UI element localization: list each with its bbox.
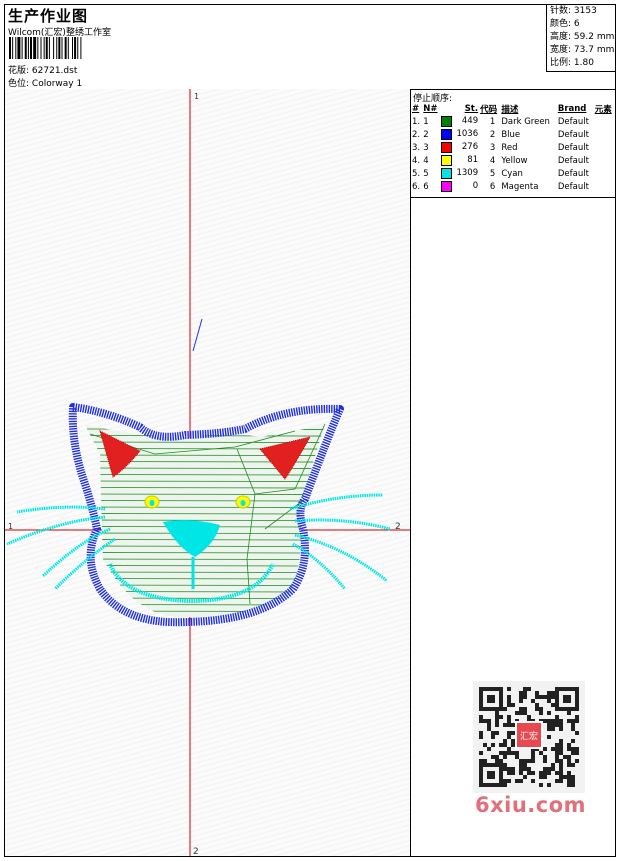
design-value: 62721.dst — [31, 66, 78, 76]
stat-scale: 比例: 1.80 — [550, 58, 594, 68]
sheet-title: 生产作业图 — [8, 7, 89, 25]
row-num: 5. — [412, 168, 421, 179]
production-sheet: 生产作业图 Wilcom(汇宏)整绣工作室 花版: 62721.dst 色位: … — [4, 4, 616, 857]
row-n: 4 — [423, 155, 429, 166]
colorway-value: Colorway 1 — [31, 79, 83, 89]
row-stitches: 81 — [440, 154, 479, 167]
stat-colors: 颜色: 6 — [550, 19, 580, 29]
row-num: 1. — [412, 116, 421, 127]
row-n: 6 — [423, 181, 429, 192]
stat-stitches: 针数: 3153 — [550, 6, 597, 16]
row-brand: Default — [557, 168, 589, 179]
table-row[interactable]: 5. 5 1309 5 Cyan Default — [411, 167, 615, 180]
table-row[interactable]: 2. 2 1036 2 Blue Default — [411, 128, 615, 141]
col-element: 元素 — [594, 105, 612, 115]
color-swatch — [441, 168, 453, 179]
row-num: 3. — [412, 142, 421, 153]
stat-height: 高度: 59.2 mm — [550, 32, 615, 42]
axis-label-top: 1 — [194, 92, 199, 101]
col-desc: 描述 — [501, 105, 519, 115]
row-desc: Magenta — [501, 181, 539, 192]
embroidery-preview: 1 2 1 2 — [5, 89, 410, 857]
stitch-count: 449 — [461, 116, 479, 126]
table-header: # N# St. 代码 描述 Brand 元素 — [411, 103, 615, 115]
barcode-icon — [9, 37, 82, 59]
row-desc: Blue — [501, 129, 521, 140]
color-swatch — [441, 155, 453, 166]
table-row[interactable]: 3. 3 276 3 Red Default — [411, 141, 615, 154]
stitch-count: 276 — [461, 142, 479, 152]
row-n: 5 — [423, 168, 429, 179]
stop-sequence-panel: 停止顺序: # N# St. 代码 描述 Brand 元素 1. 1 449 1 Dar… — [411, 89, 615, 856]
row-desc: Yellow — [501, 155, 528, 166]
stitch-count: 1036 — [456, 129, 479, 139]
stop-sequence-table: # N# St. 代码 描述 Brand 元素 1. 1 449 1 Dark Gree… — [411, 103, 615, 193]
col-n: N# — [423, 104, 438, 114]
stitch-count: 0 — [472, 181, 479, 191]
row-desc: Dark Green — [501, 116, 550, 127]
row-code: 5 — [489, 168, 496, 179]
col-brand: Brand — [557, 104, 587, 114]
row-n: 1 — [423, 116, 429, 127]
color-swatch — [441, 129, 453, 140]
col-code: 代码 — [480, 105, 498, 115]
row-element — [594, 180, 615, 193]
table-row[interactable]: 6. 6 0 6 Magenta Default — [411, 180, 615, 193]
row-element — [594, 115, 615, 128]
row-brand: Default — [557, 155, 589, 166]
row-code: 6 — [489, 181, 496, 192]
row-stitches: 449 — [440, 115, 479, 128]
color-swatch — [441, 142, 453, 153]
row-code: 2 — [489, 129, 496, 140]
row-brand: Default — [557, 142, 589, 153]
qr-code-icon: 汇宏 — [473, 681, 585, 793]
row-brand: Default — [557, 129, 589, 140]
row-num: 4. — [412, 155, 421, 166]
qr-center-logo: 汇宏 — [520, 730, 538, 742]
axis-label-right: 2 — [395, 522, 401, 532]
row-n: 3 — [423, 142, 429, 153]
row-num: 6. — [412, 181, 421, 192]
sheet-header: 生产作业图 Wilcom(汇宏)整绣工作室 花版: 62721.dst 色位: … — [5, 5, 616, 90]
row-element — [594, 167, 615, 180]
axis-label-bottom: 2 — [193, 847, 199, 856]
jump-stitch — [192, 318, 203, 352]
row-code: 1 — [489, 116, 496, 127]
stitch-count: 1309 — [456, 168, 479, 178]
table-row[interactable]: 1. 1 449 1 Dark Green Default — [411, 115, 615, 128]
stats-panel: 针数: 3153 颜色: 6 高度: 59.2 mm 宽度: 73.7 mm 比… — [546, 5, 616, 72]
row-brand: Default — [557, 116, 589, 127]
row-stitches: 276 — [440, 141, 479, 154]
watermark-logo: 6xiu.com — [475, 793, 587, 817]
design-canvas[interactable]: 1 2 1 2 — [5, 89, 411, 857]
row-element — [594, 128, 615, 141]
row-desc: Cyan — [501, 168, 523, 179]
colorway: 色位: Colorway 1 — [8, 76, 82, 89]
row-stitches: 1309 — [440, 167, 479, 180]
design-label: 花版: — [8, 66, 30, 76]
row-brand: Default — [557, 181, 589, 192]
color-swatch — [441, 116, 453, 127]
color-swatch — [441, 181, 453, 192]
row-code: 4 — [489, 155, 496, 166]
col-num: # — [412, 104, 420, 114]
row-desc: Red — [501, 142, 518, 153]
row-code: 3 — [489, 142, 496, 153]
table-divider — [411, 197, 615, 198]
row-element — [594, 141, 615, 154]
stat-width: 宽度: 73.7 mm — [550, 45, 615, 55]
axis-label-left: 1 — [8, 522, 13, 531]
col-stitches: St. — [464, 104, 479, 114]
row-stitches: 0 — [440, 180, 479, 193]
row-num: 2. — [412, 129, 421, 140]
stitch-count: 81 — [467, 155, 479, 165]
colorway-label: 色位: — [8, 79, 30, 89]
design-file: 花版: 62721.dst — [8, 63, 77, 76]
row-n: 2 — [423, 129, 429, 140]
row-element — [594, 154, 615, 167]
row-stitches: 1036 — [440, 128, 479, 141]
table-row[interactable]: 4. 4 81 4 Yellow Default — [411, 154, 615, 167]
